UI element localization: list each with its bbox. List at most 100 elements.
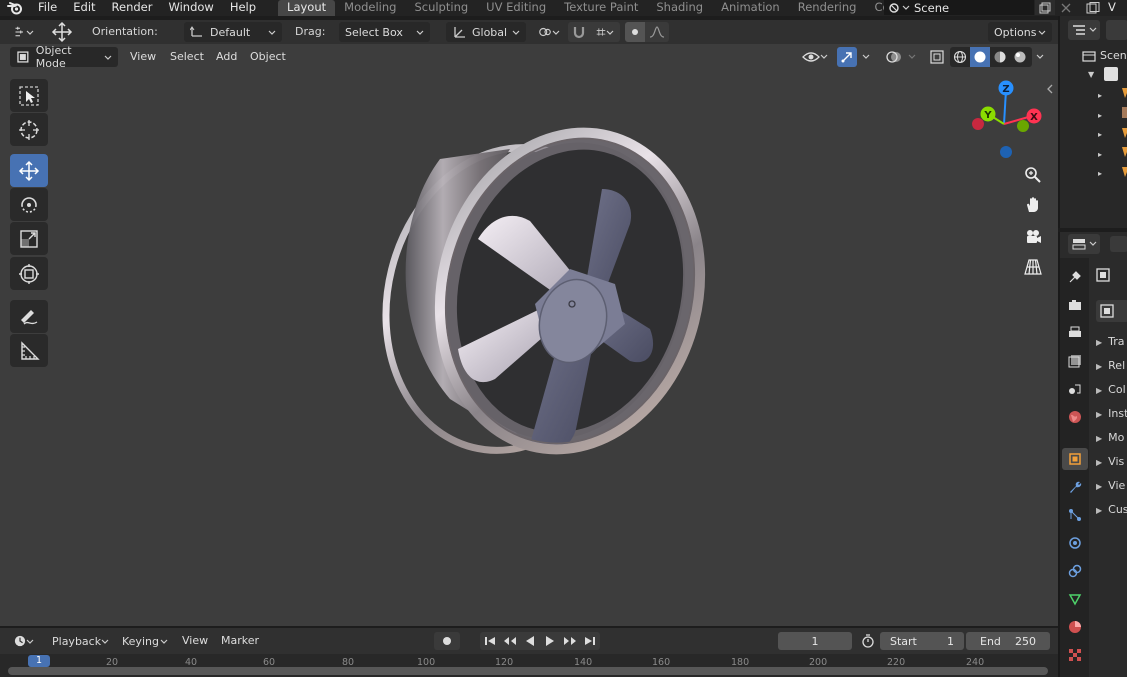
- scene-selector[interactable]: Scene: [884, 0, 1034, 15]
- transform-orientation-dropdown[interactable]: Global: [446, 22, 526, 42]
- xray-toggle[interactable]: [928, 47, 946, 67]
- select-box-tool[interactable]: [10, 79, 48, 112]
- panel-custom-properties[interactable]: ▶ Cus: [1096, 503, 1127, 516]
- tab-uv-editing[interactable]: UV Editing: [477, 0, 555, 16]
- shading-dropdown[interactable]: [1032, 47, 1048, 67]
- delete-scene-button[interactable]: [1056, 0, 1076, 15]
- tab-animation[interactable]: Animation: [712, 0, 789, 16]
- prev-keyframe-icon[interactable]: [503, 635, 517, 647]
- snap-toggle[interactable]: [568, 22, 590, 42]
- camera-view-button[interactable]: [1020, 224, 1046, 250]
- timeline-editor-type[interactable]: [8, 631, 40, 651]
- menu-edit[interactable]: Edit: [65, 0, 103, 16]
- tab-layout[interactable]: Layout: [278, 0, 336, 16]
- blender-logo-icon[interactable]: [0, 0, 30, 16]
- tab-rendering[interactable]: Rendering: [789, 0, 866, 16]
- gizmo-toggle[interactable]: [837, 47, 857, 67]
- physics-tab[interactable]: [1062, 532, 1088, 554]
- keying-menu[interactable]: Keying: [116, 631, 174, 651]
- view-layer-tab[interactable]: [1062, 350, 1088, 372]
- texture-tab[interactable]: [1062, 644, 1088, 666]
- scale-tool[interactable]: [10, 222, 48, 255]
- measure-tool[interactable]: [10, 334, 48, 367]
- start-frame-field[interactable]: Start 1: [880, 632, 964, 650]
- tool-tab[interactable]: [1062, 266, 1088, 288]
- tab-sculpting[interactable]: Sculpting: [405, 0, 477, 16]
- menu-window[interactable]: Window: [160, 0, 221, 16]
- current-frame-field[interactable]: 1: [778, 632, 852, 650]
- snap-target-dropdown[interactable]: [590, 22, 620, 42]
- visibility-dropdown[interactable]: [802, 47, 832, 67]
- cursor-tool[interactable]: [10, 113, 48, 146]
- object-tab[interactable]: [1062, 448, 1088, 470]
- panel-visibility[interactable]: ▶ Vis: [1096, 455, 1124, 468]
- auto-keying-button[interactable]: [434, 632, 460, 650]
- panel-relations[interactable]: ▶ Rel: [1096, 359, 1125, 372]
- pivot-point-dropdown[interactable]: [532, 22, 566, 42]
- wireframe-shading-button[interactable]: [950, 47, 970, 67]
- pan-view-button[interactable]: [1020, 192, 1046, 218]
- falloff-dropdown[interactable]: [645, 22, 669, 42]
- output-tab[interactable]: [1062, 322, 1088, 344]
- view-layer-label[interactable]: V: [1108, 0, 1116, 14]
- orientation-dropdown[interactable]: Default: [184, 22, 282, 42]
- rotate-tool[interactable]: [10, 188, 48, 221]
- viewport-menu-add[interactable]: Add: [210, 47, 243, 67]
- timeline-scrollbar[interactable]: [8, 667, 1048, 675]
- constraints-tab[interactable]: [1062, 560, 1088, 582]
- render-tab[interactable]: [1062, 294, 1088, 316]
- wheel-rim-model[interactable]: [380, 99, 740, 459]
- gizmo-dropdown[interactable]: [858, 47, 874, 67]
- particles-tab[interactable]: [1062, 504, 1088, 526]
- tab-modeling[interactable]: Modeling: [335, 0, 405, 16]
- scene-tab[interactable]: [1062, 378, 1088, 400]
- viewport-menu-select[interactable]: Select: [164, 47, 210, 67]
- modifier-tab[interactable]: [1062, 476, 1088, 498]
- timeline-menu-view[interactable]: View: [176, 631, 214, 651]
- menu-help[interactable]: Help: [222, 0, 264, 16]
- next-keyframe-icon[interactable]: [563, 635, 577, 647]
- expand-arrow-icon[interactable]: ▼: [1088, 70, 1094, 79]
- panel-collections[interactable]: ▶ Col: [1096, 383, 1126, 396]
- overlays-toggle[interactable]: [882, 47, 920, 67]
- play-reverse-icon[interactable]: [524, 635, 536, 647]
- zoom-view-button[interactable]: [1020, 162, 1046, 188]
- jump-start-icon[interactable]: [484, 635, 496, 647]
- tab-shading[interactable]: Shading: [647, 0, 712, 16]
- object-mode-dropdown[interactable]: Object Mode: [10, 44, 118, 70]
- annotate-tool[interactable]: [10, 300, 48, 333]
- use-preview-range-button[interactable]: [858, 632, 878, 650]
- material-tab[interactable]: [1062, 616, 1088, 638]
- jump-end-icon[interactable]: [584, 635, 596, 647]
- move-tool-icon[interactable]: [50, 21, 74, 43]
- rendered-shading-button[interactable]: [1010, 47, 1030, 67]
- transform-tool[interactable]: [10, 257, 48, 290]
- perspective-toggle-button[interactable]: [1020, 254, 1046, 280]
- end-frame-field[interactable]: End 250: [966, 632, 1050, 650]
- panel-instancing[interactable]: ▶ Inst: [1096, 407, 1127, 420]
- gizmo-neg-y-icon[interactable]: [1017, 120, 1029, 132]
- 3d-viewport[interactable]: Object Mode View Select Add Object Z X Y: [0, 44, 1058, 626]
- data-tab[interactable]: [1062, 588, 1088, 610]
- proportional-editing-toggle[interactable]: [625, 22, 645, 42]
- outliner-item-arrows[interactable]: ▸ ▸ ▸ ▸ ▸: [1098, 86, 1102, 184]
- playhead[interactable]: 1: [28, 655, 50, 667]
- menu-render[interactable]: Render: [104, 0, 161, 16]
- properties-editor-type[interactable]: [1068, 234, 1100, 254]
- tab-texture-paint[interactable]: Texture Paint: [555, 0, 647, 16]
- object-data-dropdown[interactable]: [1096, 300, 1127, 322]
- solid-shading-button[interactable]: [970, 47, 990, 67]
- move-tool[interactable]: [10, 154, 48, 187]
- timeline-ruler[interactable]: 1 20 40 60 80 100 120 140 160 180 200 22…: [0, 654, 1058, 677]
- viewport-menu-view[interactable]: View: [124, 47, 162, 67]
- outliner-filter-button[interactable]: [1106, 20, 1127, 40]
- world-tab[interactable]: [1062, 406, 1088, 428]
- drag-dropdown[interactable]: Select Box: [339, 22, 430, 42]
- properties-search-button[interactable]: [1110, 236, 1127, 252]
- options-dropdown[interactable]: Options: [988, 22, 1052, 42]
- outliner-scene-collection[interactable]: Scen: [1082, 49, 1127, 62]
- menu-file[interactable]: File: [30, 0, 65, 16]
- gizmo-neg-z-icon[interactable]: [1000, 146, 1012, 158]
- play-icon[interactable]: [544, 635, 556, 647]
- gizmo-neg-x-icon[interactable]: [972, 118, 984, 130]
